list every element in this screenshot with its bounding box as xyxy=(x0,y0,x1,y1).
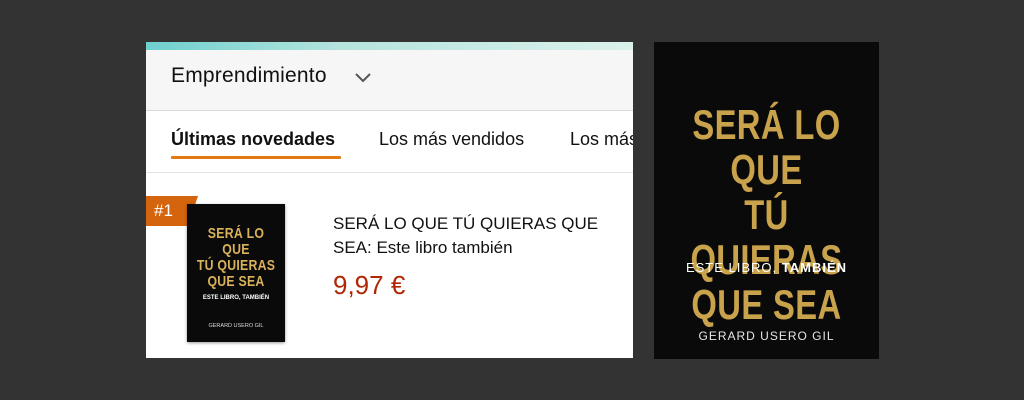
thumbnail-author: GERARD USERO GIL xyxy=(208,323,264,329)
category-dropdown[interactable]: Emprendimiento xyxy=(146,50,633,111)
product-thumbnail[interactable]: SERÁ LO QUE TÚ QUIERAS QUE SEA ESTE LIBR… xyxy=(187,204,285,342)
rank-label: #1 xyxy=(154,201,173,220)
thumbnail-title: SERÁ LO QUE TÚ QUIERAS QUE SEA xyxy=(196,225,276,290)
active-tab-indicator xyxy=(171,156,341,159)
cover-title: SERÁ LO QUE TÚ QUIERAS QUE SEA xyxy=(690,101,843,328)
book-cover-image: SERÁ LO QUE TÚ QUIERAS QUE SEA ESTE LIBR… xyxy=(654,42,879,359)
header-accent-bar xyxy=(146,42,633,50)
tab-latest[interactable]: Últimas novedades xyxy=(171,129,335,150)
tab-bestsellers[interactable]: Los más vendidos xyxy=(379,129,524,150)
chevron-down-icon xyxy=(355,73,371,83)
thumbnail-subtitle: ESTE LIBRO, TAMBIÉN xyxy=(202,295,270,301)
cover-author: GERARD USERO GIL xyxy=(698,329,835,343)
category-label: Emprendimiento xyxy=(171,64,327,87)
product-title-link[interactable]: SERÁ LO QUE TÚ QUIERAS QUE SEA: Este lib… xyxy=(333,212,623,260)
tab-more[interactable]: Los más xyxy=(570,129,633,150)
tab-bar: Últimas novedades Los más vendidos Los m… xyxy=(146,110,633,173)
cover-subtitle: ESTE LIBRO, TAMBIÉN xyxy=(685,260,848,275)
product-list-panel: Emprendimiento Últimas novedades Los más… xyxy=(146,42,633,358)
product-price: 9,97 € xyxy=(333,270,406,300)
